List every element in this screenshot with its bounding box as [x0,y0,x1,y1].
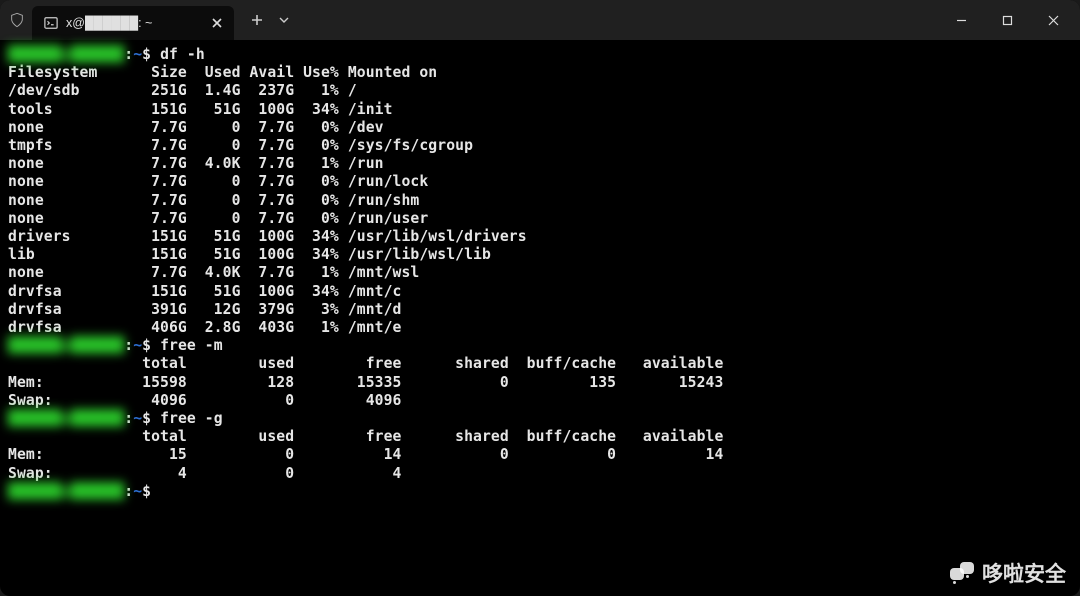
tab-active[interactable]: x@██████: ~ [32,6,234,40]
new-tab-button[interactable] [242,5,272,35]
maximize-button[interactable] [984,0,1030,40]
watermark-text: 哆啦安全 [982,558,1066,588]
terminal-window: x@██████: ~ ██████@██████:~$ df -h Files… [0,0,1080,596]
close-button[interactable] [1030,0,1076,40]
terminal-body[interactable]: ██████@██████:~$ df -h Filesystem Size U… [0,40,1080,509]
terminal-output: ██████@██████:~$ df -h Filesystem Size U… [8,46,1072,501]
minimize-button[interactable] [938,0,984,40]
titlebar[interactable]: x@██████: ~ [0,0,1080,40]
window-controls [938,0,1076,40]
shield-icon [8,11,26,29]
wechat-icon [950,562,976,584]
tab-close-button[interactable] [210,16,224,30]
watermark: 哆啦安全 [950,558,1066,588]
terminal-icon [44,16,58,30]
tab-title: x@██████: ~ [66,16,152,30]
tab-dropdown-button[interactable] [272,5,296,35]
